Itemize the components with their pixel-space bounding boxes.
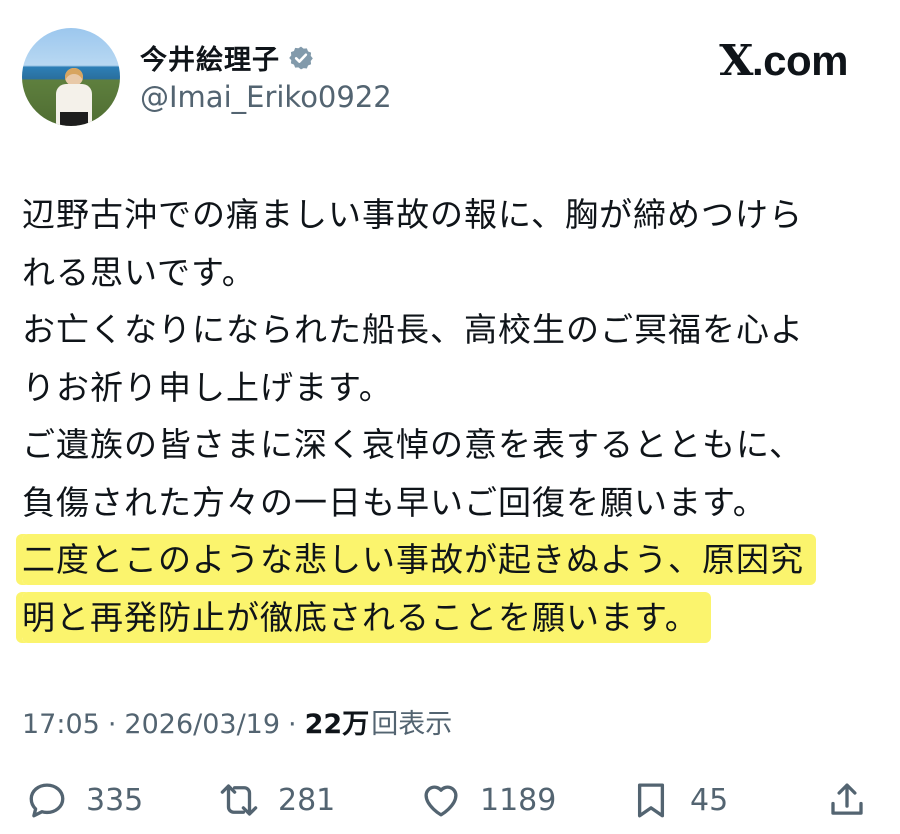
highlighted-line-wrap: 二度とこのような悲しい事故が起きぬよう、原因究 xyxy=(22,531,882,589)
bookmark-count: 45 xyxy=(690,782,729,818)
tweet-line: れる思いです。 xyxy=(22,252,256,292)
reply-icon xyxy=(29,783,65,818)
tweet-date[interactable]: 2026/03/19 xyxy=(124,709,280,740)
avatar-person-legs xyxy=(60,112,88,126)
like-count: 1189 xyxy=(480,782,557,818)
like-button[interactable]: 1189 xyxy=(420,770,556,830)
avatar[interactable] xyxy=(22,28,120,126)
verified-icon xyxy=(289,46,313,69)
bookmark-button[interactable]: 45 xyxy=(630,770,728,830)
meta-separator: · xyxy=(288,709,297,740)
display-name[interactable]: 今井絵理子 xyxy=(140,38,280,77)
reply-button[interactable]: 335 xyxy=(26,770,143,830)
retweet-icon xyxy=(220,784,258,816)
like-icon xyxy=(424,785,458,817)
views-label: 回表示 xyxy=(371,709,453,740)
retweet-count: 281 xyxy=(278,782,336,818)
share-button[interactable] xyxy=(826,770,868,830)
retweet-button[interactable]: 281 xyxy=(218,770,335,830)
tweet-line: お亡くなりになられた船長、高校生のご冥福を心よ xyxy=(22,310,804,349)
highlighted-line-wrap: 明と再発防止が徹底されることを願います。 xyxy=(22,589,882,647)
x-logo-icon: X xyxy=(719,36,753,85)
tweet-line: ご遺族の皆さまに深く哀悼の意を表するとともに、 xyxy=(22,425,804,464)
display-name-row[interactable]: 今井絵理子 xyxy=(140,38,314,77)
bookmark-icon xyxy=(637,783,665,818)
tweet-line: 負傷された方々の一日も早いご回復を願います。 xyxy=(22,482,767,522)
tweet-meta: 17:05 · 2026/03/19 · 22万 回表示 xyxy=(22,702,452,741)
tweet-time[interactable]: 17:05 xyxy=(22,709,100,740)
share-icon xyxy=(831,783,863,815)
action-bar: 335 281 1189 45 xyxy=(0,770,900,830)
meta-separator: · xyxy=(107,709,117,740)
tweet-line: 辺野古沖での痛ましい事故の報に、胸が締めつけら xyxy=(22,195,804,234)
brand-domain: .com xyxy=(751,37,849,84)
reply-count: 335 xyxy=(86,782,144,818)
tweet-card: 今井絵理子 @Imai_Eriko0922 X.com 辺野古沖での痛ましい事故… xyxy=(0,0,900,834)
brand-logo: X.com xyxy=(719,36,849,85)
highlighted-tweet-line: 明と再発防止が徹底されることを願います。 xyxy=(22,591,711,643)
views-count[interactable]: 22万 xyxy=(305,702,370,741)
tweet-text: 辺野古沖での痛ましい事故の報に、胸が締めつけら れる思いです。 お亡くなりになら… xyxy=(22,186,882,646)
tweet-line: りお祈り申し上げます。 xyxy=(22,367,393,407)
user-handle[interactable]: @Imai_Eriko0922 xyxy=(140,80,392,114)
highlighted-tweet-line: 二度とこのような悲しい事故が起きぬよう、原因究 xyxy=(22,534,816,585)
